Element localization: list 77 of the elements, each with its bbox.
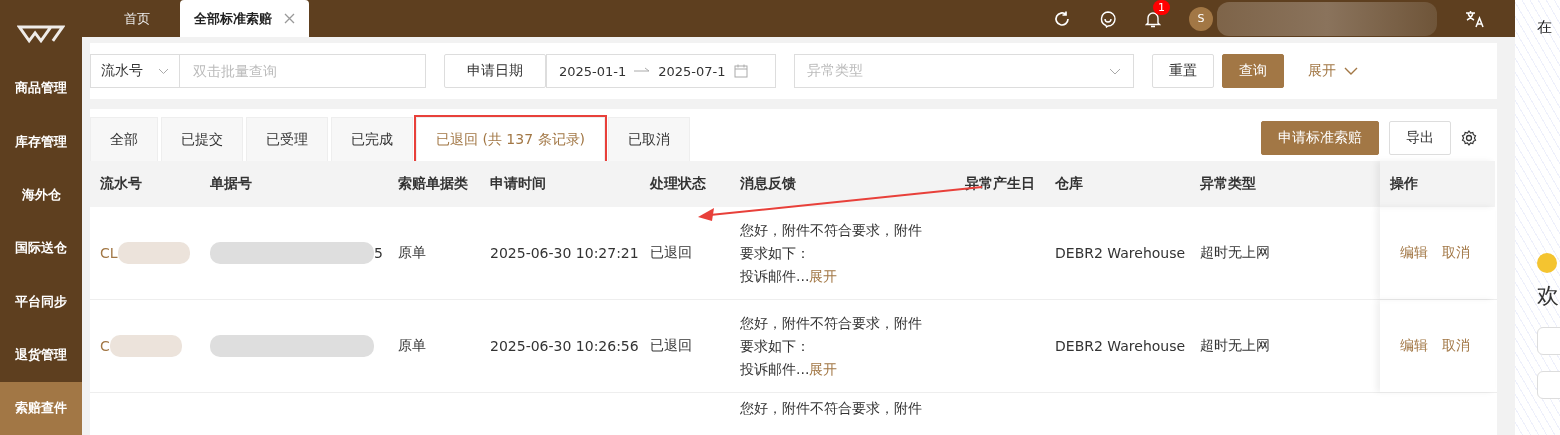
status-tab[interactable]: 已取消 <box>608 117 690 161</box>
column-header: 操作 <box>1380 161 1495 207</box>
table-cell: 超时无上网 <box>1200 337 1270 355</box>
logo-icon <box>17 24 65 44</box>
sidebar-item[interactable]: 退货管理 <box>0 328 82 382</box>
cancel-link[interactable]: 取消 <box>1442 244 1470 262</box>
bell-icon[interactable] <box>1145 9 1161 28</box>
settings-icon[interactable] <box>1461 130 1477 146</box>
tab-label: 全部标准索赔 <box>194 9 272 28</box>
chevron-down-icon <box>1109 67 1121 75</box>
avatar[interactable]: S <box>1189 6 1213 31</box>
sidebar-item[interactable]: 平台同步 <box>0 275 82 329</box>
table-cell: 2025-06-30 10:27:21 <box>490 245 639 261</box>
column-header: 异常类型 <box>1190 161 1380 207</box>
column-header: 消息反馈 <box>730 161 955 207</box>
greeting-text: 欢 <box>1537 282 1559 310</box>
export-button[interactable]: 导出 <box>1389 121 1451 155</box>
table-cell: 5 <box>374 245 383 261</box>
column-header: 流水号 <box>90 161 200 207</box>
feedback-text: 您好，附件不符合要求，附件要求如下： <box>740 220 923 263</box>
sidebar-item[interactable]: 库存管理 <box>0 115 82 169</box>
sidebar-item[interactable]: 海外仓 <box>0 168 82 222</box>
table-cell: 已退回 <box>650 244 692 262</box>
column-header: 处理状态 <box>640 161 730 207</box>
table-cell: 原单 <box>398 337 426 355</box>
feedback-text: 您好，附件不符合要求，附件要求如下： <box>740 313 923 356</box>
status-tab[interactable]: 已提交 <box>161 117 243 161</box>
chevron-down-icon <box>158 67 169 75</box>
page-tab[interactable]: 首页 <box>94 0 180 37</box>
arrow-right-icon <box>634 67 651 75</box>
column-header: 索赔单据类 <box>388 161 480 207</box>
cancel-link[interactable]: 取消 <box>1442 337 1470 355</box>
table-cell: 已退回 <box>650 337 692 355</box>
expand-link[interactable]: 展开 <box>809 357 838 381</box>
field-select[interactable]: 流水号 <box>90 54 180 88</box>
table-cell: 2025-06-30 10:26:56 <box>490 338 639 354</box>
calendar-icon <box>733 64 748 78</box>
start-date: 2025-01-1 <box>559 63 627 79</box>
expand-link[interactable]: 展开 <box>809 264 838 288</box>
status-tab[interactable]: 全部 <box>90 117 158 161</box>
sidebar-item[interactable]: 索赔查件 <box>0 381 82 435</box>
table-cell: DEBR2 Warehouse <box>1055 338 1186 354</box>
column-header: 仓库 <box>1045 161 1190 207</box>
tab-label: 首页 <box>124 9 150 28</box>
status-tab[interactable]: 已退回 (共 137 条记录) <box>416 117 605 161</box>
sidebar-item[interactable]: 商品管理 <box>0 61 82 116</box>
edit-link[interactable]: 编辑 <box>1400 244 1428 262</box>
panel-title: 在 <box>1537 18 1552 37</box>
search-field[interactable]: 双击批量查询 <box>180 54 426 88</box>
status-tab[interactable]: 已受理 <box>246 117 328 161</box>
refresh-icon[interactable] <box>1053 9 1071 28</box>
chevron-down-icon <box>1344 67 1358 75</box>
feedback-text: 您好，附件不符合要求，附件 <box>740 399 922 418</box>
serial-link[interactable]: C <box>100 338 110 354</box>
edit-link[interactable]: 编辑 <box>1400 337 1428 355</box>
sidebar-item[interactable]: 国际送仓 <box>0 221 82 276</box>
date-range-field[interactable]: 2025-01-1 2025-07-1 <box>546 54 776 88</box>
table-cell: 超时无上网 <box>1200 244 1270 262</box>
status-tab[interactable]: 已完成 <box>331 117 413 161</box>
query-button[interactable]: 查询 <box>1222 54 1284 88</box>
column-header: 申请时间 <box>480 161 640 207</box>
column-header: 单据号 <box>200 161 388 207</box>
notification-badge: 1 <box>1153 0 1170 15</box>
date-type-button[interactable]: 申请日期 <box>444 54 546 88</box>
feedback-text: 投诉邮件... <box>740 359 810 379</box>
close-icon[interactable] <box>284 13 295 24</box>
table-cell: 原单 <box>398 244 426 262</box>
feedback-text: 投诉邮件... <box>740 266 810 286</box>
reset-button[interactable]: 重置 <box>1152 54 1214 88</box>
translate-icon[interactable] <box>1465 9 1485 28</box>
page-tab[interactable]: 全部标准索赔 <box>180 0 309 37</box>
expand-button[interactable]: 展开 <box>1302 61 1364 81</box>
chat-bubble-icon[interactable] <box>1099 9 1117 28</box>
apply-claim-button[interactable]: 申请标准索赔 <box>1261 121 1379 155</box>
table-cell: DEBR2 Warehouse <box>1055 245 1186 261</box>
serial-link[interactable]: CL <box>100 245 118 261</box>
end-date: 2025-07-1 <box>658 63 726 79</box>
